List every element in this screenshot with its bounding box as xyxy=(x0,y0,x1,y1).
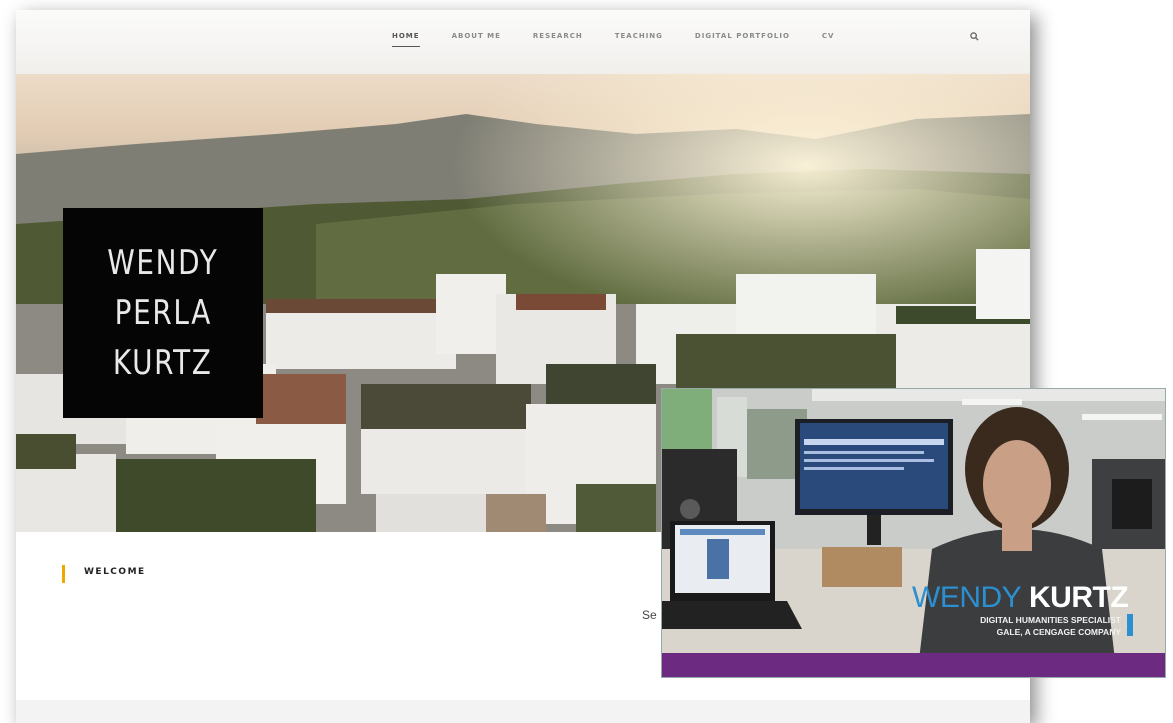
welcome-partial-text: Se xyxy=(642,608,657,622)
nav-menu: HOME ABOUT ME RESEARCH TEACHING DIGITAL … xyxy=(392,32,866,47)
nav-item-cv[interactable]: CV xyxy=(822,32,835,47)
nav-item-about-me[interactable]: ABOUT ME xyxy=(452,32,501,47)
footer-band xyxy=(16,700,1030,723)
video-overlay[interactable]: WENDY KURTZ DIGITAL HUMANITIES SPECIALIS… xyxy=(661,388,1166,678)
top-navigation: HOME ABOUT ME RESEARCH TEACHING DIGITAL … xyxy=(16,10,1030,74)
welcome-heading: WELCOME xyxy=(84,567,146,577)
name-line-last: KURTZ xyxy=(113,343,213,383)
name-line-middle: PERLA xyxy=(114,293,212,333)
nav-item-digital-portfolio[interactable]: DIGITAL PORTFOLIO xyxy=(695,32,790,47)
nav-item-home[interactable]: HOME xyxy=(392,32,420,47)
name-title-box: WENDY PERLA KURTZ xyxy=(63,208,263,418)
lower-third-accent-bar xyxy=(1127,614,1133,636)
lower-third-company: GALE, A CENGAGE COMPANY xyxy=(996,627,1121,637)
lower-third-first-name: WENDY xyxy=(912,581,1022,614)
lower-third-name: WENDY KURTZ xyxy=(912,581,1129,615)
search-icon[interactable] xyxy=(970,32,979,41)
name-line-first: WENDY xyxy=(107,243,219,283)
lower-third-title: DIGITAL HUMANITIES SPECIALIST xyxy=(980,615,1121,625)
nav-item-teaching[interactable]: TEACHING xyxy=(615,32,663,47)
video-caption-strip xyxy=(662,653,1165,677)
nav-item-research[interactable]: RESEARCH xyxy=(533,32,583,47)
lower-third-last-name: KURTZ xyxy=(1029,581,1129,614)
welcome-accent-bar xyxy=(62,565,65,583)
